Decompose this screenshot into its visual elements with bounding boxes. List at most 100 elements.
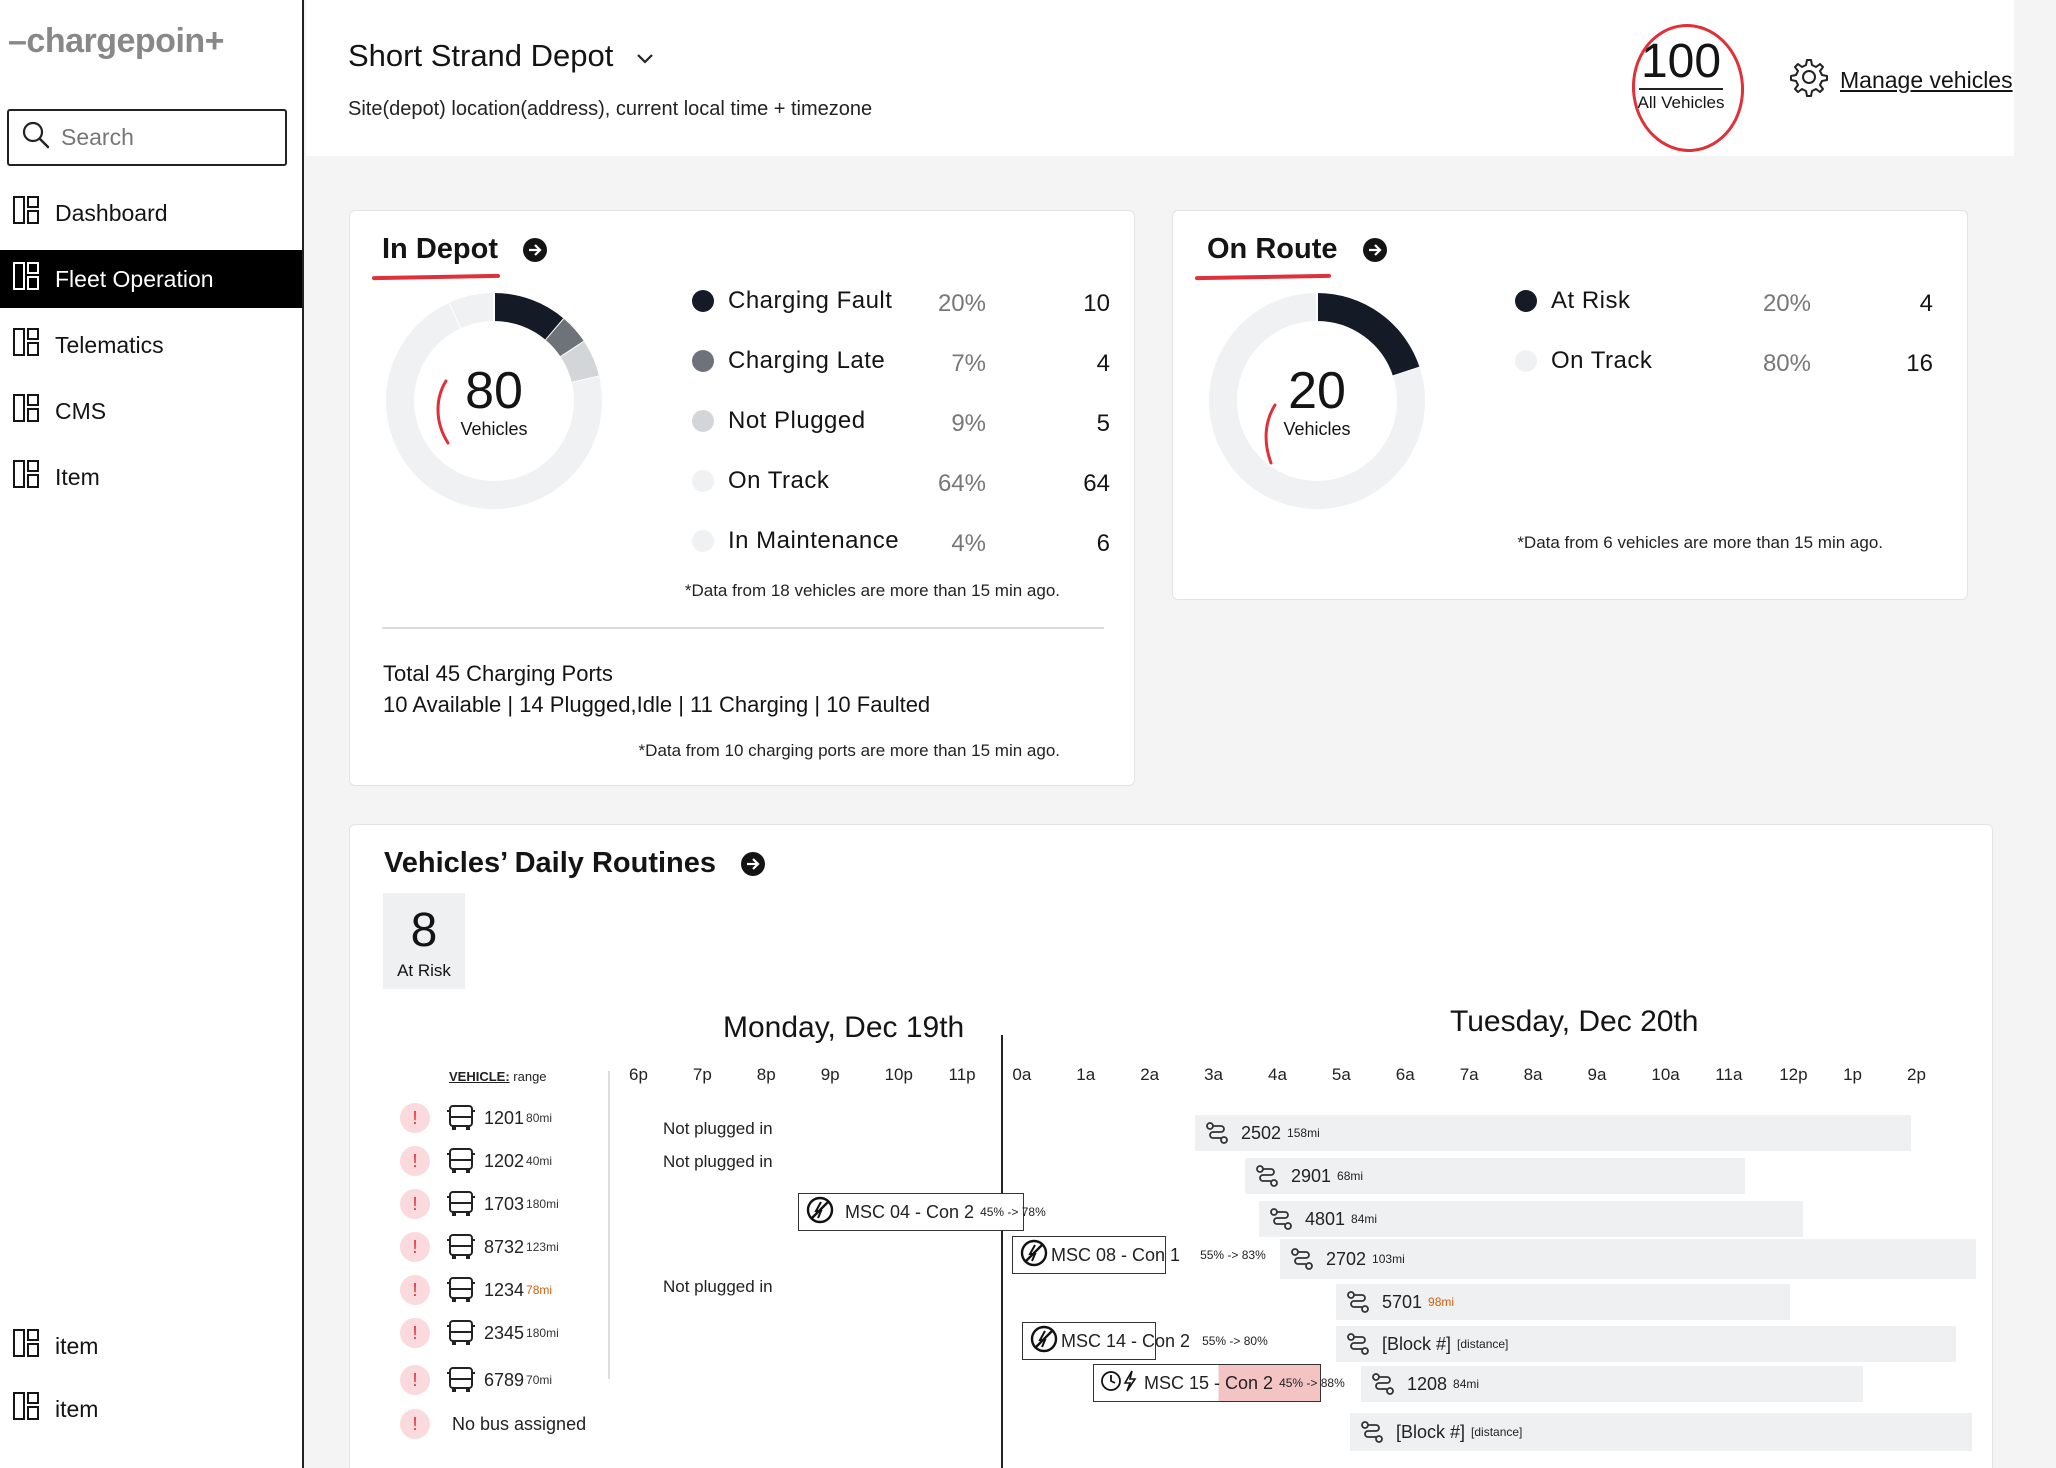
bus-icon (446, 1103, 476, 1133)
legend-item-on-track[interactable]: On Track (1515, 347, 1652, 375)
data-freshness-note: *Data from 18 vehicles are more than 15 … (684, 581, 1060, 600)
warning-icon: ! (400, 1275, 430, 1305)
search-box[interactable] (7, 109, 287, 166)
in-depot-title[interactable]: In Depot (382, 233, 548, 266)
ports-total: Total 45 Charging Ports (383, 661, 613, 686)
charging-session[interactable]: MSC 15 - Con 2 45% -> 88% (1093, 1364, 1345, 1402)
dashboard-icon (13, 262, 39, 296)
sidebar-item-label: Fleet Operation (55, 265, 214, 292)
charging-pct: 45% -> 88% (1279, 1376, 1345, 1390)
bus-icon (446, 1146, 476, 1176)
route-icon (1255, 1164, 1279, 1188)
route-block[interactable]: 1208 84mi (1361, 1366, 1863, 1402)
sidebar-item-cms[interactable]: CMS (0, 382, 302, 440)
vehicle-range: 123mi (526, 1240, 559, 1254)
legend-count: 5 (1096, 410, 1110, 437)
vehicle-row[interactable]: ! 2345 180mi (400, 1316, 559, 1350)
charging-fault-icon (1029, 1324, 1059, 1359)
hour-label: 1p (1843, 1065, 1863, 1084)
legend-item-not-plugged[interactable]: Not Plugged (692, 407, 866, 435)
in-depot-donut: 80 Vehicles (382, 289, 606, 513)
route-label: 1208 (1407, 1373, 1448, 1394)
arrow-right-icon[interactable] (522, 237, 548, 263)
route-block[interactable]: [Block #] [distance] (1336, 1326, 1956, 1362)
vehicle-row[interactable]: ! 1234 78mi (400, 1273, 552, 1307)
legend-count: 4 (1919, 290, 1933, 317)
legend-label: On Track (1551, 347, 1653, 374)
sidebar-item-item[interactable]: Item (0, 448, 302, 506)
legend-dot (692, 530, 714, 552)
route-block[interactable]: 5701 98mi (1336, 1284, 1790, 1320)
legend-label: Charging Late (728, 347, 886, 374)
sidebar-item-fleet-operation[interactable]: Fleet Operation (0, 250, 302, 308)
dashboard-icon (13, 460, 39, 494)
route-block[interactable]: 2901 68mi (1245, 1158, 1745, 1194)
chevron-down-icon (635, 38, 655, 74)
on-route-card: On Route 20 Vehicles At Risk 20% 4 On Tr… (1172, 210, 1968, 600)
legend-item-in-maintenance[interactable]: In Maintenance (692, 527, 899, 555)
warning-icon: ! (400, 1103, 430, 1133)
charging-session[interactable]: MSC 04 - Con 2 45% -> 78% (798, 1193, 1046, 1231)
route-icon (1346, 1290, 1370, 1314)
annotation-underline (1194, 273, 1332, 281)
route-block[interactable]: [Block #] [distance] (1350, 1413, 1972, 1451)
legend-pct: 7% (951, 350, 986, 377)
vehicle-column-header: VEHICLE: range (449, 1069, 547, 1084)
charging-pct: 55% -> 83% (1200, 1248, 1266, 1262)
charging-label: MSC 15 - Con 2 (1144, 1372, 1274, 1393)
daily-routines-title[interactable]: Vehicles’ Daily Routines (384, 847, 766, 880)
route-block[interactable]: 2702 103mi (1280, 1239, 1976, 1279)
vehicle-row[interactable]: ! 1201 80mi (400, 1101, 552, 1135)
legend-item-charging-late[interactable]: Charging Late (692, 347, 885, 375)
vehicle-row[interactable]: ! 8732 123mi (400, 1230, 559, 1264)
vehicle-id: 8732 (484, 1236, 525, 1257)
charging-session[interactable]: MSC 08 - Con 1 55% -> 83% (1012, 1236, 1266, 1274)
manage-vehicles-link[interactable]: Manage vehicles (1788, 56, 2013, 104)
warning-icon: ! (400, 1409, 430, 1439)
route-label: 5701 (1382, 1291, 1423, 1312)
hour-label: 10p (884, 1065, 913, 1084)
at-risk-summary[interactable]: 8 At Risk (383, 893, 465, 989)
arrow-right-icon[interactable] (1362, 237, 1388, 263)
route-block[interactable]: 2502 158mi (1195, 1115, 1911, 1151)
sidebar-item-dashboard[interactable]: Dashboard (0, 184, 302, 242)
daily-routines-card: Vehicles’ Daily Routines 8 At Risk Monda… (349, 824, 1993, 1468)
on-route-title[interactable]: On Route (1207, 233, 1388, 266)
all-vehicles-counter[interactable]: 100 All Vehicles (1636, 36, 1726, 113)
legend-label: Charging Fault (728, 287, 893, 314)
hour-label: 11a (1715, 1065, 1743, 1084)
vehicle-row[interactable]: ! 1703 180mi (400, 1187, 559, 1221)
legend-dot (692, 290, 714, 312)
manage-vehicles-label: Manage vehicles (1840, 66, 2013, 93)
route-label: 2901 (1291, 1165, 1332, 1186)
vehicle-row[interactable]: ! 6789 70mi (400, 1363, 552, 1397)
hour-label: 11p (948, 1065, 976, 1084)
arrow-right-icon[interactable] (740, 851, 766, 877)
legend-count: 64 (1083, 470, 1110, 497)
vehicle-row-unassigned[interactable]: ! No bus assigned (400, 1407, 586, 1441)
bolt-icon (1122, 1369, 1138, 1398)
legend-pct: 4% (951, 530, 986, 557)
legend-item-on-track[interactable]: On Track (692, 467, 829, 495)
warning-icon: ! (400, 1232, 430, 1262)
annotation-mark (1264, 403, 1277, 465)
search-input[interactable] (61, 124, 281, 151)
legend-count: 4 (1096, 350, 1110, 377)
chargepoint-logo[interactable]: –chargepoin+ (8, 22, 225, 61)
route-block[interactable]: 4801 84mi (1259, 1201, 1803, 1237)
vehicle-row[interactable]: ! 1202 40mi (400, 1144, 552, 1178)
legend-count: 10 (1083, 290, 1110, 317)
hour-label: 2a (1140, 1065, 1160, 1084)
legend-item-charging-fault[interactable]: Charging Fault (692, 287, 892, 315)
legend-item-at-risk[interactable]: At Risk (1515, 287, 1631, 315)
hour-label: 10a (1651, 1065, 1680, 1084)
legend-label: In Maintenance (728, 527, 900, 554)
charging-session[interactable]: MSC 14 - Con 2 55% -> 80% (1022, 1322, 1268, 1360)
sidebar-bottom-item-2[interactable]: item (0, 1380, 302, 1438)
warning-icon: ! (400, 1365, 430, 1395)
sidebar-bottom-item-1[interactable]: item (0, 1317, 302, 1375)
site-selector[interactable]: Short Strand Depot (348, 38, 655, 74)
sidebar-item-telematics[interactable]: Telematics (0, 316, 302, 374)
route-range: [distance] (1471, 1425, 1523, 1439)
charging-pct: 55% -> 80% (1202, 1334, 1268, 1348)
